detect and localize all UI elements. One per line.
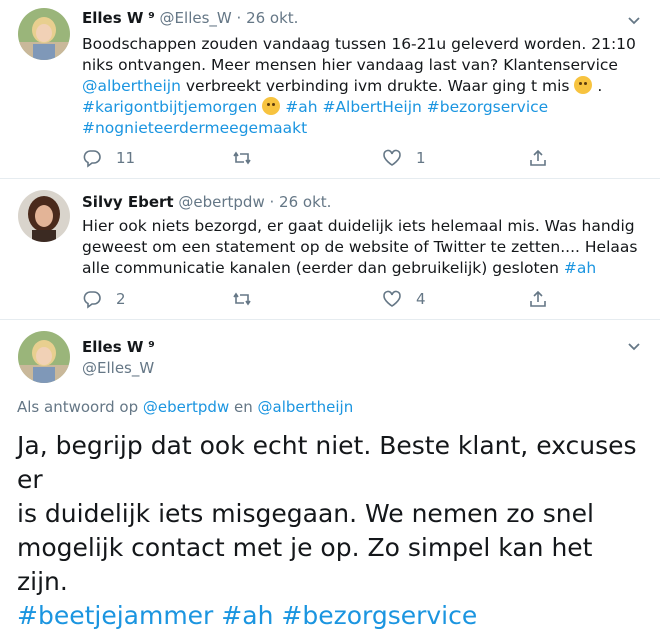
retweet-icon: [233, 151, 251, 165]
hashtag-link[interactable]: #karigontbijtjemorgen: [82, 98, 257, 116]
like-button[interactable]: 1: [382, 148, 426, 168]
user-name[interactable]: Elles W: [82, 9, 143, 27]
share-button[interactable]: [528, 148, 548, 168]
main-tweet-text: Ja, begrijp dat ook echt niet. Beste kla…: [17, 431, 637, 630]
grinning-sweat-face-icon: [262, 97, 281, 115]
hashtag-link[interactable]: #beetjejammer: [17, 601, 213, 630]
hashtag-link[interactable]: #bezorgservice: [427, 98, 548, 116]
like-count: 1: [416, 149, 426, 167]
tweet-actions: 11 1: [82, 148, 562, 172]
user-handle[interactable]: @Elles_W: [160, 9, 232, 27]
tweet-date[interactable]: 26 okt.: [279, 193, 331, 211]
retweet-icon: [233, 292, 251, 306]
reply-button[interactable]: 2: [82, 289, 126, 309]
avatar-elles[interactable]: [18, 331, 70, 383]
hashtag-link[interactable]: #ah: [221, 601, 273, 630]
like-button[interactable]: 4: [382, 289, 426, 309]
avatar-elles[interactable]: [18, 8, 70, 60]
retweet-button[interactable]: [232, 289, 266, 309]
share-button[interactable]: [528, 289, 548, 309]
caret-down-icon[interactable]: [626, 12, 642, 28]
reply-count: 2: [116, 290, 126, 308]
hashtag-link[interactable]: #bezorgservice: [281, 601, 477, 630]
tweet-elles-1[interactable]: Elles W ⁹ @Elles_W · 26 okt. Boodschappe…: [0, 0, 660, 178]
hashtag-link[interactable]: #ah: [285, 98, 317, 116]
tweet-text: Hier ook niets bezorgd, er gaat duidelij…: [82, 217, 638, 277]
mention-link[interactable]: @albertheijn: [258, 398, 354, 416]
share-icon: [530, 290, 546, 307]
tweet-header: Silvy Ebert @ebertpdw · 26 okt.: [82, 193, 332, 211]
mention-link[interactable]: @ebertpdw: [143, 398, 229, 416]
main-tweet-author: Elles W ⁹ @Elles_W: [82, 337, 155, 379]
tweet-text: Boodschappen zouden vandaag tussen 16-21…: [82, 35, 636, 137]
reply-icon: [83, 291, 101, 309]
hashtag-link[interactable]: #nognieteerdermeegemaakt: [82, 119, 307, 137]
thinking-face-icon: [574, 76, 593, 94]
mention-link[interactable]: @albertheijn: [82, 77, 181, 95]
like-icon: [383, 149, 401, 166]
tweet-silvy[interactable]: Silvy Ebert @ebertpdw · 26 okt. Hier ook…: [0, 179, 660, 319]
like-icon: [383, 290, 401, 307]
tweet-actions: 2 4: [82, 289, 562, 313]
reply-count: 11: [116, 149, 136, 167]
name-mark: ⁹: [148, 338, 155, 356]
user-handle[interactable]: @ebertpdw: [178, 193, 264, 211]
user-name[interactable]: Silvy Ebert: [82, 193, 174, 211]
share-icon: [530, 149, 546, 166]
tweet-header: Elles W ⁹ @Elles_W · 26 okt.: [82, 9, 299, 27]
reply-icon: [83, 150, 101, 168]
name-mark: ⁹: [148, 9, 155, 27]
user-name[interactable]: Elles W: [82, 338, 143, 356]
caret-down-icon[interactable]: [626, 338, 642, 354]
retweet-button[interactable]: [232, 148, 266, 168]
tweet-date[interactable]: 26 okt.: [246, 9, 298, 27]
avatar-silvy[interactable]: [18, 190, 70, 242]
main-tweet: Elles W ⁹ @Elles_W Als antwoord op @eber…: [0, 320, 660, 630]
reply-button[interactable]: 11: [82, 148, 135, 168]
user-handle[interactable]: @Elles_W: [82, 358, 155, 379]
hashtag-link[interactable]: #AlbertHeijn: [322, 98, 421, 116]
reply-context: Als antwoord op @ebertpdw en @albertheij…: [17, 398, 354, 416]
like-count: 4: [416, 290, 426, 308]
hashtag-link[interactable]: #ah: [564, 259, 596, 277]
